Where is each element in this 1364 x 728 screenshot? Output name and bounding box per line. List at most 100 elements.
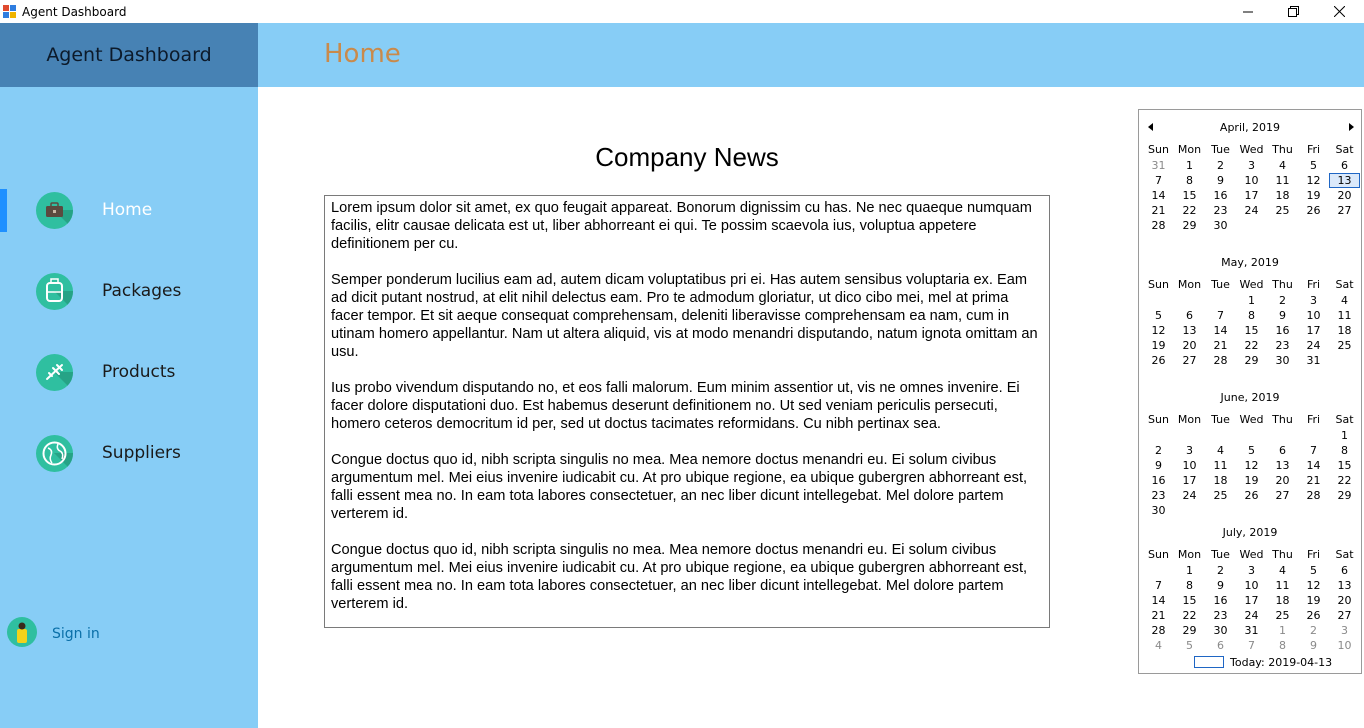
calendar-day[interactable]: 19 [1298, 593, 1329, 608]
calendar-day[interactable]: 10 [1236, 578, 1267, 593]
calendar-day[interactable]: 21 [1143, 203, 1174, 218]
calendar-day[interactable]: 7 [1143, 578, 1174, 593]
calendar-day[interactable]: 1 [1236, 293, 1267, 308]
calendar-day[interactable]: 15 [1174, 188, 1205, 203]
today-link[interactable]: Today: 2019-04-13 [1194, 655, 1332, 669]
calendar-day[interactable]: 2 [1205, 563, 1236, 578]
calendar-day[interactable]: 24 [1298, 338, 1329, 353]
calendar-day[interactable]: 4 [1267, 158, 1298, 173]
calendar-day[interactable]: 31 [1298, 353, 1329, 368]
calendar-day[interactable]: 25 [1205, 488, 1236, 503]
calendar-day[interactable]: 8 [1174, 578, 1205, 593]
calendar-day[interactable]: 1 [1267, 623, 1298, 638]
calendar-day[interactable]: 23 [1205, 203, 1236, 218]
sidebar-item-products[interactable]: Products [0, 350, 258, 396]
calendar-day[interactable]: 2 [1143, 443, 1174, 458]
calendar-day[interactable]: 11 [1267, 578, 1298, 593]
sidebar-item-packages[interactable]: Packages [0, 269, 258, 315]
calendar-day[interactable]: 22 [1174, 203, 1205, 218]
calendar-day[interactable]: 31 [1143, 158, 1174, 173]
calendar-day[interactable]: 20 [1174, 338, 1205, 353]
calendar-day[interactable]: 14 [1143, 188, 1174, 203]
calendar-day[interactable]: 5 [1298, 563, 1329, 578]
calendar-day[interactable]: 23 [1205, 608, 1236, 623]
calendar-day[interactable]: 27 [1267, 488, 1298, 503]
calendar-day[interactable]: 15 [1236, 323, 1267, 338]
calendar-day[interactable]: 26 [1143, 353, 1174, 368]
calendar-day[interactable]: 22 [1236, 338, 1267, 353]
calendar-day[interactable]: 18 [1329, 323, 1360, 338]
calendar-day[interactable]: 12 [1298, 173, 1329, 188]
calendar-day[interactable]: 20 [1329, 188, 1360, 203]
calendar-day[interactable]: 5 [1143, 308, 1174, 323]
calendar-day[interactable]: 30 [1205, 218, 1236, 233]
calendar-day[interactable]: 23 [1267, 338, 1298, 353]
calendar-day[interactable]: 28 [1143, 218, 1174, 233]
calendar-day[interactable]: 27 [1174, 353, 1205, 368]
calendar-day[interactable]: 19 [1298, 188, 1329, 203]
calendar-day[interactable]: 10 [1174, 458, 1205, 473]
calendar-day[interactable]: 28 [1143, 623, 1174, 638]
calendar-day[interactable]: 11 [1205, 458, 1236, 473]
calendar-day[interactable]: 27 [1329, 608, 1360, 623]
calendar-day[interactable]: 27 [1329, 203, 1360, 218]
calendar-day[interactable]: 16 [1267, 323, 1298, 338]
calendar-day[interactable]: 10 [1298, 308, 1329, 323]
calendar-day[interactable]: 2 [1298, 623, 1329, 638]
news-textbox[interactable]: Lorem ipsum dolor sit amet, ex quo feuga… [324, 195, 1050, 628]
calendar-day[interactable]: 29 [1174, 623, 1205, 638]
calendar-day[interactable]: 7 [1205, 308, 1236, 323]
month-title[interactable]: June, 2019 [1139, 391, 1361, 404]
calendar-day[interactable]: 18 [1267, 593, 1298, 608]
calendar-day[interactable]: 13 [1329, 578, 1360, 593]
calendar-day[interactable]: 14 [1205, 323, 1236, 338]
month-title[interactable]: July, 2019 [1139, 526, 1361, 539]
calendar-day[interactable]: 4 [1329, 293, 1360, 308]
calendar-day[interactable]: 3 [1298, 293, 1329, 308]
calendar-day[interactable]: 7 [1143, 173, 1174, 188]
calendar-day[interactable]: 17 [1236, 188, 1267, 203]
calendar-day[interactable]: 25 [1267, 608, 1298, 623]
calendar-day[interactable]: 20 [1267, 473, 1298, 488]
calendar-day[interactable]: 3 [1329, 623, 1360, 638]
signin-button[interactable]: Sign in [7, 617, 127, 651]
calendar-day[interactable]: 6 [1329, 563, 1360, 578]
calendar-day[interactable]: 26 [1236, 488, 1267, 503]
calendar-day[interactable]: 21 [1143, 608, 1174, 623]
calendar-day[interactable]: 11 [1267, 173, 1298, 188]
calendar-day[interactable]: 16 [1205, 188, 1236, 203]
calendar-day[interactable]: 6 [1174, 308, 1205, 323]
calendar-day[interactable]: 19 [1143, 338, 1174, 353]
calendar-day[interactable]: 6 [1205, 638, 1236, 653]
calendar-day[interactable]: 12 [1143, 323, 1174, 338]
calendar-day[interactable]: 24 [1236, 203, 1267, 218]
calendar-day[interactable]: 20 [1329, 593, 1360, 608]
calendar-day[interactable]: 2 [1267, 293, 1298, 308]
calendar-day[interactable]: 14 [1298, 458, 1329, 473]
calendar-day[interactable]: 4 [1143, 638, 1174, 653]
calendar-day[interactable]: 17 [1298, 323, 1329, 338]
calendar-day[interactable]: 17 [1236, 593, 1267, 608]
calendar-day[interactable]: 9 [1298, 638, 1329, 653]
calendar-day[interactable]: 28 [1298, 488, 1329, 503]
calendar-day[interactable]: 21 [1298, 473, 1329, 488]
calendar-day[interactable]: 30 [1143, 503, 1174, 518]
calendar-day[interactable]: 29 [1174, 218, 1205, 233]
calendar-day[interactable]: 29 [1329, 488, 1360, 503]
calendar-day[interactable]: 8 [1267, 638, 1298, 653]
calendar-day[interactable]: 29 [1236, 353, 1267, 368]
calendar-day[interactable]: 8 [1174, 173, 1205, 188]
calendar-day[interactable]: 4 [1267, 563, 1298, 578]
calendar-day[interactable]: 3 [1174, 443, 1205, 458]
calendar-day[interactable]: 24 [1236, 608, 1267, 623]
calendar-day[interactable]: 22 [1174, 608, 1205, 623]
minimize-button[interactable] [1225, 0, 1271, 23]
calendar-day[interactable]: 5 [1236, 443, 1267, 458]
calendar-day[interactable]: 5 [1298, 158, 1329, 173]
calendar-day[interactable]: 9 [1205, 173, 1236, 188]
calendar-day[interactable]: 15 [1174, 593, 1205, 608]
calendar-day[interactable]: 26 [1298, 608, 1329, 623]
calendar-day[interactable]: 4 [1205, 443, 1236, 458]
sidebar-item-home[interactable]: Home [0, 188, 258, 234]
calendar-day[interactable]: 11 [1329, 308, 1360, 323]
